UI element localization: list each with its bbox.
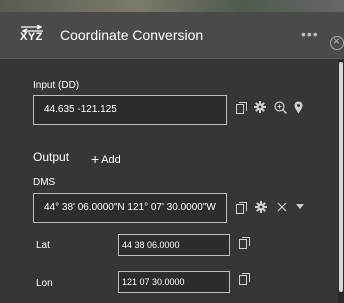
zoom-to-icon[interactable]: [274, 101, 287, 114]
add-output-label: Add: [101, 154, 121, 166]
xyz-logo-text: XYZ: [20, 31, 43, 43]
plus-icon: +: [91, 151, 100, 167]
input-label: Input (DD): [33, 80, 80, 91]
dms-output-field[interactable]: 44° 38' 06.0000"N 121° 07' 30.0000"W: [33, 193, 227, 223]
map-pin-icon[interactable]: [294, 101, 303, 114]
gear-icon[interactable]: [255, 201, 267, 213]
add-output-button[interactable]: + Add: [91, 150, 121, 167]
copy-icon[interactable]: [236, 202, 247, 214]
dms-label: DMS: [33, 177, 56, 188]
copy-icon[interactable]: [236, 102, 247, 114]
gear-icon[interactable]: [254, 101, 266, 113]
copy-icon[interactable]: [239, 273, 250, 285]
xyz-logo-icon: XYZ: [19, 25, 45, 45]
lon-value-field[interactable]: 121 07 30.0000: [118, 271, 230, 293]
coordinate-conversion-panel: XYZ Coordinate Conversion ••• Input (DD)…: [0, 0, 344, 303]
panel-title: Coordinate Conversion: [60, 27, 204, 43]
output-label: Output: [33, 150, 70, 164]
lat-value-field[interactable]: 44 38 06.0000: [118, 234, 230, 256]
lat-label: Lat: [36, 240, 50, 251]
more-options-icon[interactable]: •••: [301, 26, 319, 42]
panel-header: XYZ Coordinate Conversion •••: [0, 12, 344, 59]
scrollbar-thumb[interactable]: [339, 62, 343, 292]
remove-output-icon[interactable]: [277, 202, 287, 212]
lon-label: Lon: [36, 278, 53, 289]
close-panel-icon[interactable]: [330, 34, 344, 50]
copy-icon[interactable]: [239, 237, 250, 249]
input-coordinate-field[interactable]: 44.635 -121.125: [33, 95, 227, 125]
caret-down-icon[interactable]: [296, 204, 304, 209]
